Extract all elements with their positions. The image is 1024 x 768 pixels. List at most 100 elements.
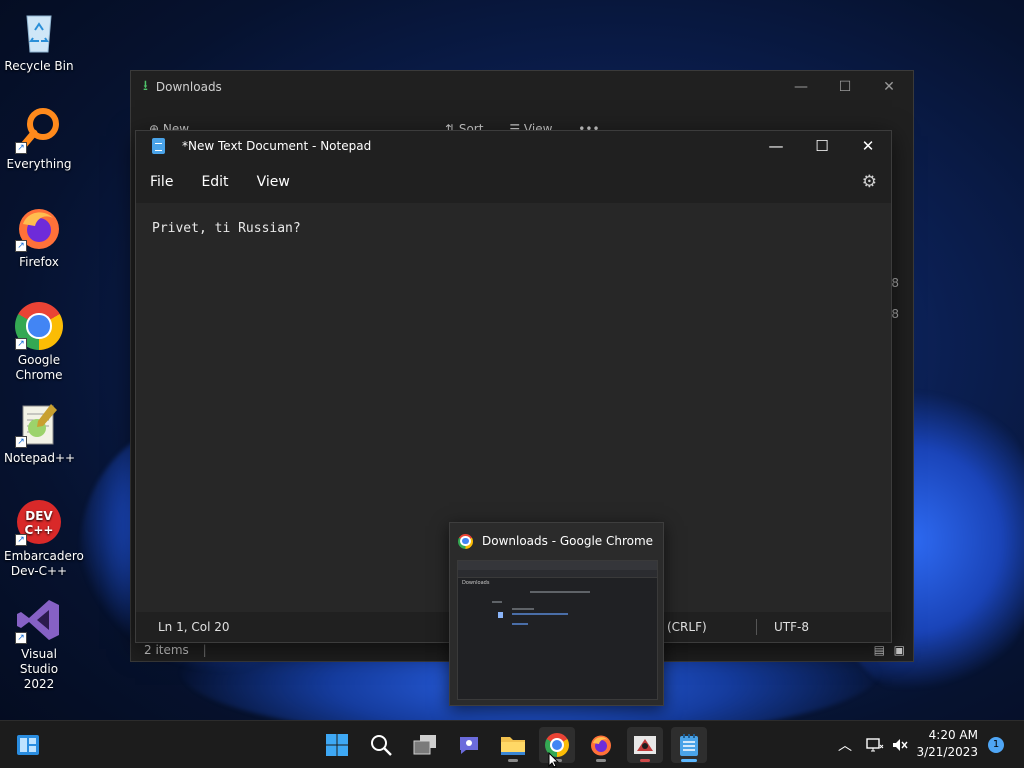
visual-studio-icon: ↗ xyxy=(15,596,63,644)
volume-muted-icon xyxy=(893,739,908,751)
shortcut-arrow-icon: ↗ xyxy=(15,338,27,350)
notepad-app-icon xyxy=(152,138,165,154)
desktop-icon-label: Recycle Bin xyxy=(4,59,74,73)
search-button[interactable] xyxy=(363,727,399,763)
notepad-title: *New Text Document - Notepad xyxy=(182,139,372,153)
desktop-icon-label: Embarcadero Dev-C++ xyxy=(4,549,84,578)
menu-file[interactable]: File xyxy=(150,174,173,190)
explorer-close-button[interactable]: ✕ xyxy=(875,77,903,97)
notification-badge[interactable]: 1 xyxy=(988,737,1004,753)
menu-view[interactable]: View xyxy=(257,174,290,190)
notepadpp-icon: ↗ xyxy=(15,400,63,448)
running-indicator xyxy=(596,759,606,762)
thumb-address-bar xyxy=(458,570,657,578)
system-clock[interactable]: 4:20 AM 3/21/2023 xyxy=(916,727,978,761)
notepad-minimize-button[interactable]: — xyxy=(753,131,799,161)
status-separator xyxy=(756,619,757,635)
thumb-text-line xyxy=(530,591,590,593)
devcpp-icon: DEV C++ ↗ xyxy=(15,498,63,546)
running-indicator xyxy=(640,759,650,762)
desktop-icon-label: Everything xyxy=(6,157,72,171)
clock-date: 3/21/2023 xyxy=(916,745,978,759)
chat-button[interactable] xyxy=(451,727,487,763)
desktop-icon-everything[interactable]: ↗ Everything xyxy=(4,106,74,172)
desktop-icon-notepadpp[interactable]: ↗ Notepad++ xyxy=(4,400,76,466)
task-view-button[interactable] xyxy=(407,727,443,763)
desktop-icon-google-chrome[interactable]: ↗ Google Chrome xyxy=(4,302,74,383)
firefox-taskbar-button[interactable] xyxy=(583,727,619,763)
svg-text:DEV: DEV xyxy=(25,509,53,523)
widgets-icon xyxy=(17,735,39,755)
thumb-text-line xyxy=(512,613,568,615)
volume-status[interactable] xyxy=(891,721,909,768)
desktop-icon-visual-studio[interactable]: ↗ Visual Studio 2022 xyxy=(4,596,74,692)
explorer-item-count: 2 items xyxy=(144,643,189,657)
desktop-icon-label: Notepad++ xyxy=(4,451,76,465)
explorer-file-size-2: 8 xyxy=(891,307,899,321)
app-taskbar-button[interactable] xyxy=(627,727,663,763)
widgets-button[interactable] xyxy=(10,727,46,763)
preview-titlebar: Downloads - Google Chrome xyxy=(450,523,663,559)
notepad-close-button[interactable]: ✕ xyxy=(845,131,891,161)
file-explorer-taskbar-button[interactable] xyxy=(495,727,531,763)
shortcut-arrow-icon: ↗ xyxy=(15,142,27,154)
desktop-icon-firefox[interactable]: ↗ Firefox xyxy=(4,204,74,270)
notepad-taskbar-button[interactable] xyxy=(671,727,707,763)
firefox-icon: ↗ xyxy=(15,204,63,252)
desktop-icon-label: Firefox xyxy=(19,255,59,269)
shortcut-arrow-icon: ↗ xyxy=(15,534,27,546)
notepad-maximize-button[interactable]: ☐ xyxy=(799,131,845,161)
chrome-taskbar-preview[interactable]: Downloads - Google Chrome Downloads xyxy=(449,522,664,706)
thumb-page-title: Downloads xyxy=(462,580,490,586)
shortcut-arrow-icon: ↗ xyxy=(15,240,27,252)
desktop-icon-label: Google Chrome xyxy=(15,353,63,382)
network-status[interactable] xyxy=(866,721,884,768)
thumb-tab-strip xyxy=(458,561,657,570)
chrome-icon xyxy=(458,533,473,549)
thumb-text-line xyxy=(512,623,528,625)
start-button[interactable] xyxy=(319,727,355,763)
network-icon xyxy=(866,738,884,752)
folder-icon xyxy=(501,737,525,755)
preview-title: Downloads - Google Chrome xyxy=(482,534,654,548)
chrome-icon: ↗ xyxy=(15,302,63,350)
menu-edit[interactable]: Edit xyxy=(201,174,228,190)
shortcut-arrow-icon: ↗ xyxy=(15,632,27,644)
notepad-menubar: File Edit View ⚙ xyxy=(136,161,891,203)
chat-icon xyxy=(460,737,478,754)
active-indicator xyxy=(681,759,697,762)
running-indicator xyxy=(508,759,518,762)
recycle-bin-icon xyxy=(15,8,63,56)
settings-gear-icon[interactable]: ⚙ xyxy=(862,172,877,192)
show-hidden-icons-button[interactable]: ︿ xyxy=(838,721,852,768)
taskbar: ︿ 4:20 AM 3/21/2023 1 xyxy=(0,720,1024,768)
explorer-file-size-1: 8 xyxy=(891,276,899,290)
clock-time: 4:20 AM xyxy=(928,728,978,742)
encoding: UTF-8 xyxy=(774,620,809,634)
desktop-icon-label: Visual Studio 2022 xyxy=(19,647,59,691)
search-icon xyxy=(371,735,392,756)
explorer-title: Downloads xyxy=(155,80,222,94)
explorer-minimize-button[interactable]: — xyxy=(787,77,815,97)
status-separator: | xyxy=(202,643,207,657)
desktop-icon-devcpp[interactable]: DEV C++ ↗ Embarcadero Dev-C++ xyxy=(4,498,84,579)
line-ending: (CRLF) xyxy=(667,620,707,634)
everything-search-icon: ↗ xyxy=(15,106,63,154)
task-view-icon xyxy=(413,735,436,755)
thumb-text-line xyxy=(492,601,502,603)
app-window-icon xyxy=(634,736,656,754)
firefox-icon xyxy=(591,735,611,756)
notepad-content: Privet, ti Russian? xyxy=(152,221,301,236)
tiles-view-icon[interactable]: ▣ xyxy=(894,639,905,661)
mouse-cursor-icon xyxy=(548,752,560,768)
cursor-position: Ln 1, Col 20 xyxy=(158,620,230,634)
windows-logo-icon xyxy=(326,734,348,756)
thumb-file-icon xyxy=(498,612,503,618)
explorer-maximize-button[interactable]: ☐ xyxy=(831,77,859,97)
chevron-up-icon: ︿ xyxy=(838,738,852,754)
shortcut-arrow-icon: ↗ xyxy=(15,436,27,448)
preview-thumbnail[interactable]: Downloads xyxy=(457,560,658,700)
desktop-icon-recycle-bin[interactable]: Recycle Bin xyxy=(4,8,74,74)
notepad-icon xyxy=(680,734,698,756)
thumb-text-line xyxy=(512,608,534,610)
